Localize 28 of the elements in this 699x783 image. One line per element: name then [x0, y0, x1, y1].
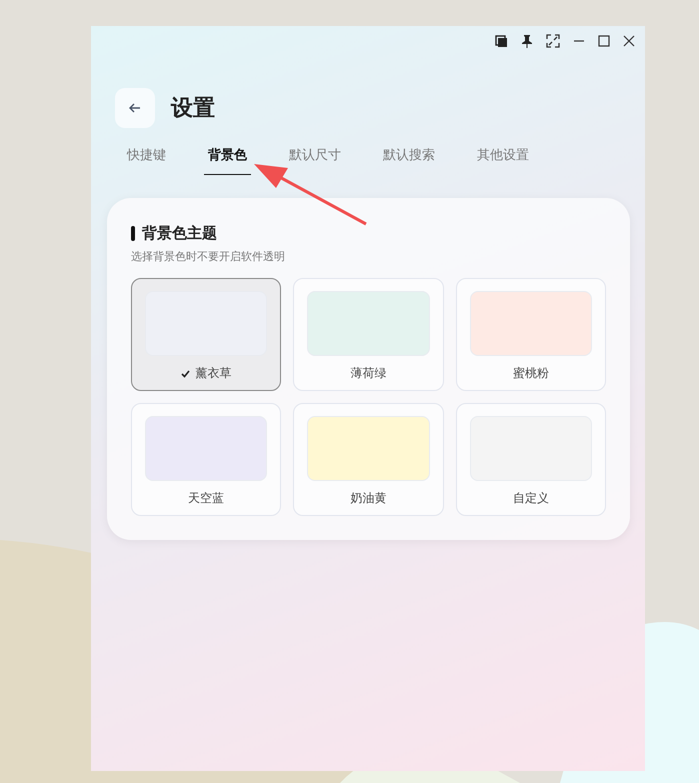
- theme-option[interactable]: 奶油黄: [293, 403, 444, 516]
- page-title: 设置: [171, 95, 215, 123]
- section-title: 背景色主题: [142, 224, 217, 243]
- theme-option[interactable]: 薰衣草: [131, 278, 282, 391]
- tab[interactable]: 默认搜索: [379, 138, 439, 174]
- pin-icon[interactable]: [521, 34, 533, 48]
- theme-label: 薰衣草: [196, 365, 232, 382]
- theme-option[interactable]: 自定义: [456, 403, 606, 516]
- theme-option[interactable]: 蜜桃粉: [456, 278, 606, 391]
- close-icon[interactable]: [623, 35, 635, 47]
- theme-label: 奶油黄: [350, 490, 386, 507]
- tab[interactable]: 背景色: [204, 138, 251, 175]
- theme-label: 薄荷绿: [350, 365, 386, 382]
- fullscreen-icon[interactable]: [546, 34, 560, 48]
- theme-label: 天空蓝: [188, 490, 224, 507]
- tab[interactable]: 默认尺寸: [285, 138, 345, 174]
- theme-label: 蜜桃粉: [512, 365, 549, 382]
- back-arrow-icon: [129, 103, 141, 113]
- tab[interactable]: 快捷键: [123, 138, 170, 174]
- theme-label: 自定义: [512, 490, 549, 507]
- section-subtitle: 选择背景色时不要开启软件透明: [131, 249, 286, 264]
- check-icon: [180, 370, 190, 378]
- layers-icon[interactable]: [495, 34, 508, 48]
- tab[interactable]: 其他设置: [473, 138, 533, 174]
- maximize-icon[interactable]: [598, 35, 610, 47]
- theme-option[interactable]: 薄荷绿: [293, 278, 444, 391]
- accent-bar: [131, 226, 135, 241]
- theme-option[interactable]: 天空蓝: [131, 403, 282, 516]
